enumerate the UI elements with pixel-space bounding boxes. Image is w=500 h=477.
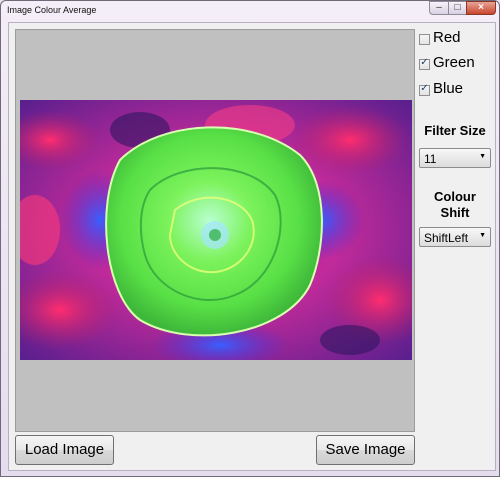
load-image-button[interactable]: Load Image <box>15 435 114 465</box>
colour-shift-label-line1: Colour <box>434 189 476 204</box>
window-title: Image Colour Average <box>7 5 97 15</box>
minimize-button[interactable]: – <box>429 1 449 15</box>
checkbox-unchecked[interactable] <box>419 34 430 45</box>
client-area: Load Image Save Image Red ✓ Green ✓ Blue… <box>8 22 496 471</box>
checkbox-checked[interactable]: ✓ <box>419 57 430 70</box>
maximize-button[interactable]: □ <box>448 1 467 15</box>
close-button[interactable]: × <box>466 1 496 15</box>
colour-shift-dropdown[interactable]: ShiftLeft ▼ <box>419 227 491 247</box>
red-channel-label: Red <box>433 29 461 46</box>
image-viewport <box>15 29 415 432</box>
colour-shift-label-line2: Shift <box>440 205 470 220</box>
save-image-button[interactable]: Save Image <box>316 435 415 465</box>
filter-size-label: Filter Size <box>424 123 486 138</box>
colour-shift-label: Colour Shift <box>417 189 493 221</box>
maximize-icon: □ <box>454 2 461 13</box>
chevron-down-icon: ▼ <box>479 232 486 239</box>
blue-channel-label: Blue <box>433 80 464 97</box>
title-bar[interactable]: Image Colour Average – □ × <box>1 1 499 21</box>
close-icon: × <box>478 2 484 13</box>
app-window: Image Colour Average – □ × Load Image Sa… <box>0 0 500 477</box>
colour-shift-value: ShiftLeft <box>424 231 469 245</box>
check-icon: ✓ <box>420 57 429 68</box>
check-icon: ✓ <box>420 83 429 94</box>
minimize-icon: – <box>436 2 442 13</box>
chevron-down-icon: ▼ <box>479 153 486 160</box>
checkbox-checked[interactable]: ✓ <box>419 83 430 96</box>
green-channel-label: Green <box>433 54 475 71</box>
filtered-image <box>20 100 412 360</box>
filter-size-value: 11 <box>424 152 437 166</box>
filter-size-dropdown[interactable]: 11 ▼ <box>419 148 491 168</box>
